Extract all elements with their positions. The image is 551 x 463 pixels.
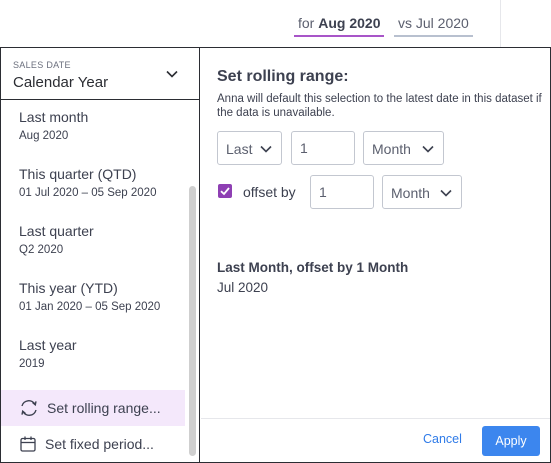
current-period-value: Aug 2020 <box>318 15 381 31</box>
preset-column: SALES DATE Calendar Year Last month Aug … <box>1 48 200 462</box>
set-rolling-range-label: Set rolling range... <box>47 400 161 416</box>
preset-title: Last month <box>19 109 89 125</box>
preset-subtitle: Q2 2020 <box>19 244 64 256</box>
unit-select[interactable]: Month <box>363 131 444 165</box>
cancel-button[interactable]: Cancel <box>423 432 462 446</box>
current-period-pill[interactable]: for Aug 2020 <box>294 11 385 37</box>
preset-subtitle: 01 Jan 2020 – 05 Sep 2020 <box>19 301 161 313</box>
apply-button[interactable]: Apply <box>482 426 540 456</box>
date-field-select[interactable]: SALES DATE Calendar Year <box>1 48 199 100</box>
chevron-down-icon <box>422 145 434 153</box>
preset-last-year[interactable]: Last year 2019 <box>1 337 185 370</box>
panel-footer: Cancel Apply <box>201 418 550 462</box>
offset-amount-input[interactable] <box>310 175 374 209</box>
set-fixed-period-label: Set fixed period... <box>45 436 154 452</box>
comparison-header: for Aug 2020 vs Jul 2020 <box>0 0 551 48</box>
preset-subtitle: Aug 2020 <box>19 130 69 142</box>
offset-label: offset by <box>243 184 296 200</box>
range-summary-title: Last Month, offset by 1 Month <box>217 260 409 275</box>
set-fixed-period-item[interactable]: Set fixed period... <box>1 426 185 462</box>
preset-subtitle: 2019 <box>19 358 45 370</box>
rolling-range-title: Set rolling range: <box>217 68 349 85</box>
date-field-value: Calendar Year <box>13 74 109 91</box>
amount-input[interactable] <box>291 131 355 165</box>
preset-list: Last month Aug 2020 This quarter (QTD) 0… <box>1 101 187 462</box>
preset-scrollbar-thumb[interactable] <box>189 186 196 456</box>
offset-checkbox[interactable] <box>218 184 232 198</box>
preset-this-quarter[interactable]: This quarter (QTD) 01 Jul 2020 – 05 Sep … <box>1 166 185 199</box>
date-range-popover: SALES DATE Calendar Year Last month Aug … <box>0 47 551 463</box>
calendar-icon <box>20 436 36 452</box>
for-prefix: for <box>298 15 315 31</box>
range-summary-value: Jul 2020 <box>217 280 269 295</box>
comparison-period-pill[interactable]: vs Jul 2020 <box>394 11 473 37</box>
direction-select[interactable]: Last <box>217 131 282 165</box>
rolling-range-panel: Set rolling range: Anna will default thi… <box>201 48 550 462</box>
preset-subtitle: 01 Jul 2020 – 05 Sep 2020 <box>19 187 157 199</box>
direction-value: Last <box>226 141 253 157</box>
date-field-label: SALES DATE <box>13 60 71 70</box>
refresh-icon <box>21 400 37 416</box>
offset-unit-select[interactable]: Month <box>382 175 462 209</box>
preset-title: This year (YTD) <box>19 280 118 296</box>
preset-title: This quarter (QTD) <box>19 166 137 182</box>
preset-title: Last quarter <box>19 223 94 239</box>
preset-this-year[interactable]: This year (YTD) 01 Jan 2020 – 05 Sep 202… <box>1 280 185 313</box>
preset-last-month[interactable]: Last month Aug 2020 <box>1 109 185 142</box>
offset-unit-value: Month <box>391 185 430 201</box>
chevron-down-icon <box>260 145 272 153</box>
unit-value: Month <box>372 141 411 157</box>
rolling-range-help: Anna will default this selection to the … <box>217 93 542 119</box>
preset-title: Last year <box>19 337 77 353</box>
header-divider <box>500 0 501 48</box>
set-rolling-range-item[interactable]: Set rolling range... <box>1 390 185 426</box>
chevron-down-icon <box>440 189 452 197</box>
checkmark-icon <box>220 187 230 196</box>
preset-last-quarter[interactable]: Last quarter Q2 2020 <box>1 223 185 256</box>
chevron-down-icon <box>166 70 178 78</box>
